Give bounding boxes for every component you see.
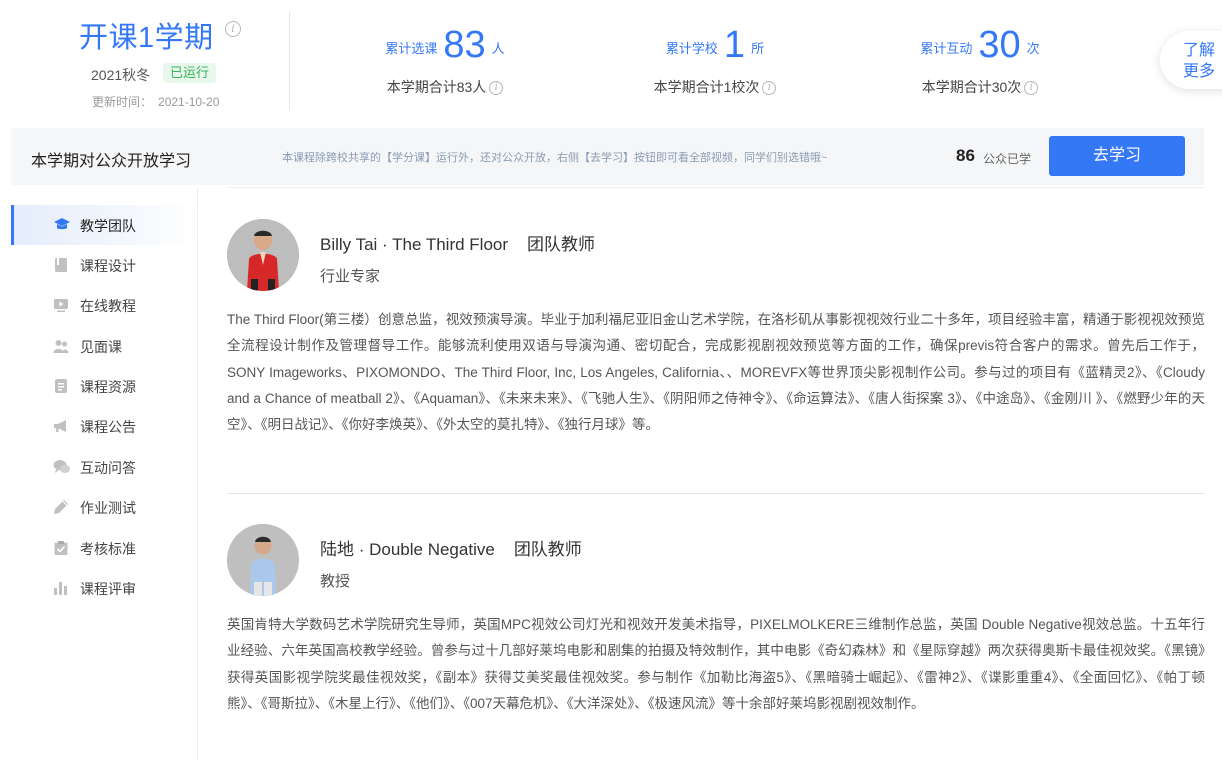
divider: [289, 12, 290, 110]
video-icon: [53, 297, 69, 313]
stat-interactions: 累计互动 30 次 本学期合计30次 i: [905, 22, 1055, 112]
people-icon: [53, 338, 69, 354]
graduation-cap-icon: [53, 217, 70, 233]
course-sidebar: 教学团队 课程设计 在线教程 见面课 课程资源 课程公告 互动问答 作业测试 考…: [11, 187, 198, 760]
stat-label: 累计互动: [920, 41, 973, 56]
public-learner-count: 86: [956, 146, 975, 165]
megaphone-icon: [53, 418, 69, 434]
stat-subtext: 本学期合计83人: [386, 79, 487, 95]
sidebar-item-meeting-class[interactable]: 见面课: [11, 326, 197, 366]
sidebar-item-course-resources[interactable]: 课程资源: [11, 366, 197, 406]
info-icon[interactable]: i: [225, 21, 241, 37]
book-icon: [53, 257, 69, 273]
sidebar-item-interactive-qa[interactable]: 互动问答: [11, 447, 197, 487]
stat-label: 累计选课: [385, 41, 438, 56]
chat-icon: [53, 459, 70, 475]
info-icon[interactable]: i: [1024, 81, 1039, 96]
teacher-title: 行业专家: [320, 268, 381, 285]
public-learning-bar: 本学期对公众开放学习 本课程除跨校共享的【学分课】运行外，还对公众开放，右侧【去…: [11, 128, 1204, 185]
avatar: [227, 524, 299, 596]
sidebar-item-assessment-criteria[interactable]: 考核标准: [11, 528, 197, 568]
document-icon: [53, 378, 69, 394]
teacher-name: 陆地 · Double Negative 团队教师: [320, 540, 582, 559]
stat-subtext: 本学期合计1校次: [653, 79, 760, 95]
stat-unit: 所: [751, 41, 765, 56]
divider: [227, 187, 1205, 188]
public-learner-label: 公众已学: [983, 152, 1032, 166]
status-badge: 已运行: [163, 63, 217, 83]
update-time: 更新时间： 2021-10-20: [92, 95, 220, 109]
info-icon[interactable]: i: [489, 81, 504, 96]
teacher-role: 团队教师: [527, 235, 596, 254]
divider: [227, 493, 1205, 494]
public-bar-title: 本学期对公众开放学习: [31, 153, 192, 170]
pencil-icon: [53, 499, 69, 515]
stat-value: 83: [443, 24, 486, 66]
teacher-name: Billy Tai · The Third Floor 团队教师: [320, 235, 596, 254]
sidebar-item-course-announcement[interactable]: 课程公告: [11, 406, 197, 446]
go-study-button[interactable]: 去学习: [1049, 136, 1185, 176]
sidebar-item-course-design[interactable]: 课程设计: [11, 245, 197, 285]
stat-unit: 次: [1026, 41, 1040, 56]
stat-subtext: 本学期合计30次: [921, 79, 1022, 95]
teacher-title: 教授: [320, 573, 351, 590]
teacher-role: 团队教师: [513, 540, 582, 559]
clipboard-check-icon: [53, 540, 69, 556]
learn-more-button[interactable]: 了解 更多: [1160, 31, 1222, 89]
public-bar-description: 本课程除跨校共享的【学分课】运行外，还对公众开放，右侧【去学习】按钮即可看全部视…: [282, 152, 828, 164]
avatar: [227, 219, 299, 291]
stat-schools: 累计学校 1 所 本学期合计1校次 i: [650, 22, 780, 112]
stat-label: 累计学校: [665, 41, 718, 56]
stat-unit: 人: [491, 41, 505, 56]
teacher-description: 英国肯特大学数码艺术学院研究生导师，英国MPC视效公司灯光和视效开发美术指导，P…: [227, 617, 1205, 711]
semester-title: 开课1学期: [79, 22, 214, 54]
stat-value: 30: [978, 24, 1021, 66]
sidebar-item-teaching-team[interactable]: 教学团队: [11, 205, 197, 245]
sidebar-item-course-review[interactable]: 课程评审: [11, 568, 197, 608]
semester-term: 2021秋冬: [91, 67, 151, 83]
stat-enrollment: 累计选课 83 人 本学期合计83人 i: [370, 22, 520, 112]
sidebar-item-homework-test[interactable]: 作业测试: [11, 487, 197, 527]
sidebar-item-online-tutorial[interactable]: 在线教程: [11, 285, 197, 325]
semester-stats-header: 开课1学期 i 2021秋冬 已运行 更新时间： 2021-10-20 累计选课 8…: [0, 0, 1222, 122]
stat-value: 1: [723, 24, 746, 66]
bar-chart-icon: [53, 580, 69, 596]
teacher-description: The Third Floor(第三楼）创意总监，视效预演导演。毕业于加利福尼亚…: [227, 312, 1205, 433]
semester-summary: 开课1学期 i 2021秋冬 已运行 更新时间： 2021-10-20: [0, 0, 290, 122]
info-icon[interactable]: i: [762, 81, 777, 96]
